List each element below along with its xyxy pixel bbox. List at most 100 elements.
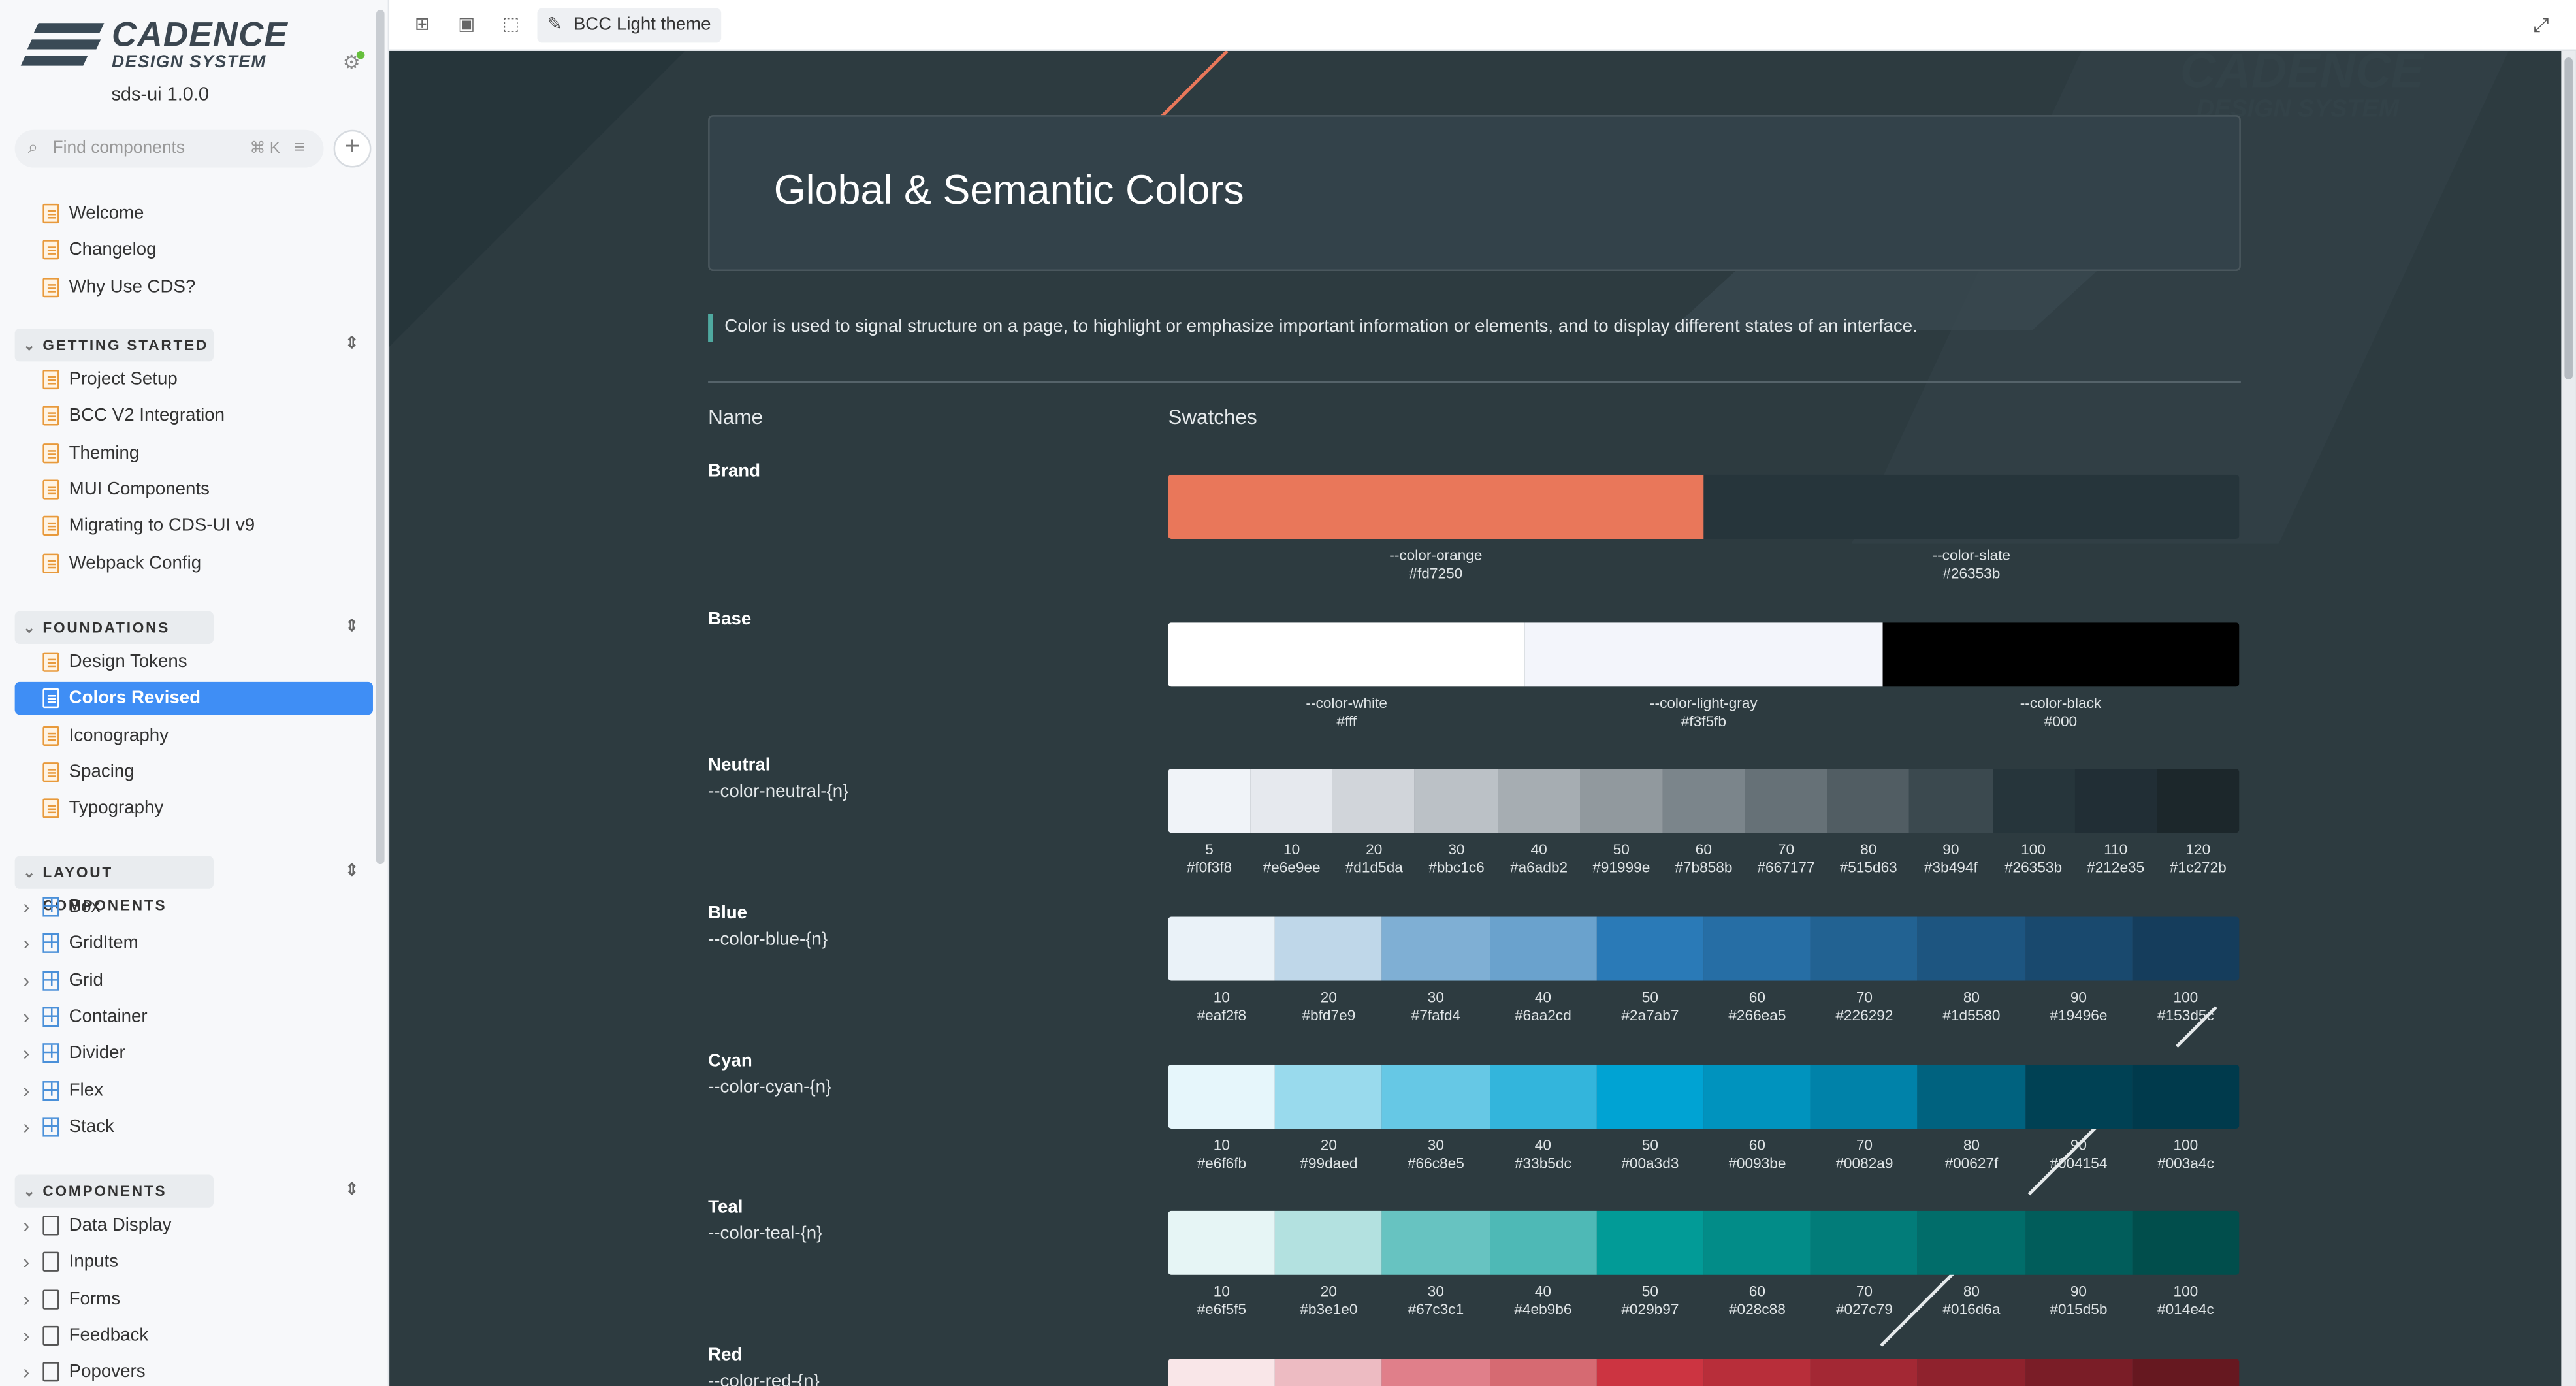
color-swatch[interactable] xyxy=(2074,769,2157,833)
color-swatch[interactable] xyxy=(1525,622,1882,687)
color-swatch[interactable] xyxy=(1991,769,2075,833)
expand-collapse-icon[interactable]: ⇕ xyxy=(345,611,359,644)
sidebar-item-typography[interactable]: Typography xyxy=(15,792,373,825)
color-swatch[interactable] xyxy=(2025,1210,2133,1275)
color-swatch[interactable] xyxy=(2025,1359,2133,1386)
color-swatch[interactable] xyxy=(2132,916,2240,981)
expand-collapse-icon[interactable]: ⇕ xyxy=(345,1174,359,1207)
section-layout-components[interactable]: ⌄ LAYOUT COMPONENTS ⇕ xyxy=(14,856,359,914)
sidebar-item-box[interactable]: › Box xyxy=(15,890,373,923)
sidebar-item-forms[interactable]: › Forms xyxy=(15,1282,373,1315)
chevron-right-icon[interactable]: › xyxy=(23,1074,29,1106)
color-swatch[interactable] xyxy=(1168,916,1276,981)
color-swatch[interactable] xyxy=(1332,769,1415,833)
color-swatch[interactable] xyxy=(1382,1064,1490,1129)
image-icon[interactable]: ▣ xyxy=(455,13,478,36)
canvas-scrollbar[interactable] xyxy=(2561,50,2576,1386)
sidebar-item-griditem[interactable]: › GridItem xyxy=(15,927,373,959)
sidebar-item-iconography[interactable]: Iconography xyxy=(15,719,373,752)
chevron-right-icon[interactable]: › xyxy=(23,890,29,923)
color-swatch[interactable] xyxy=(1811,1210,1918,1275)
grid-view-icon[interactable]: ⊞ xyxy=(411,13,434,36)
color-swatch[interactable] xyxy=(1250,769,1333,833)
sidebar-item-colors-revised[interactable]: Colors Revised xyxy=(14,682,373,715)
color-swatch[interactable] xyxy=(1489,1359,1597,1386)
sidebar-item-why-use-cds-[interactable]: Why Use CDS? xyxy=(15,270,373,303)
expand-collapse-icon[interactable]: ⇕ xyxy=(345,329,359,361)
sidebar-item-data-display[interactable]: › Data Display xyxy=(15,1209,373,1242)
color-swatch[interactable] xyxy=(1489,1210,1597,1275)
color-swatch[interactable] xyxy=(1168,622,1526,687)
color-swatch[interactable] xyxy=(1596,916,1704,981)
color-swatch[interactable] xyxy=(2025,916,2133,981)
color-swatch[interactable] xyxy=(1811,1359,1918,1386)
chevron-right-icon[interactable]: › xyxy=(23,1110,29,1143)
chevron-right-icon[interactable]: › xyxy=(23,1319,29,1352)
color-swatch[interactable] xyxy=(1811,916,1918,981)
theme-switcher-button[interactable]: ✎ BCC Light theme xyxy=(537,8,721,43)
sidebar-item-inputs[interactable]: › Inputs xyxy=(15,1246,373,1278)
color-swatch[interactable] xyxy=(1415,769,1498,833)
chevron-right-icon[interactable]: › xyxy=(23,1037,29,1070)
color-swatch[interactable] xyxy=(1918,1359,2025,1386)
sidebar-item-flex[interactable]: › Flex xyxy=(15,1074,373,1106)
section-getting-started[interactable]: ⌄ GETTING STARTED ⇕ xyxy=(14,329,359,362)
color-swatch[interactable] xyxy=(1745,769,1827,833)
color-swatch[interactable] xyxy=(1275,1210,1383,1275)
chevron-right-icon[interactable]: › xyxy=(23,963,29,996)
color-swatch[interactable] xyxy=(1275,1359,1383,1386)
sidebar-item-migrating-to-cds-ui-v9[interactable]: Migrating to CDS-UI v9 xyxy=(15,509,373,542)
color-swatch[interactable] xyxy=(1580,769,1663,833)
color-swatch[interactable] xyxy=(1909,769,1992,833)
color-swatch[interactable] xyxy=(1918,1210,2025,1275)
sidebar-item-webpack-config[interactable]: Webpack Config xyxy=(15,546,373,579)
chevron-right-icon[interactable]: › xyxy=(23,927,29,959)
sidebar-item-spacing[interactable]: Spacing xyxy=(15,756,373,788)
color-swatch[interactable] xyxy=(1168,1210,1276,1275)
color-swatch[interactable] xyxy=(1498,769,1581,833)
cadence-logo[interactable]: CADENCE DESIGN SYSTEM xyxy=(20,16,302,73)
color-swatch[interactable] xyxy=(1827,769,1910,833)
fullscreen-icon[interactable]: ⤢ xyxy=(2534,13,2549,38)
color-swatch[interactable] xyxy=(1275,916,1383,981)
chevron-right-icon[interactable]: › xyxy=(23,1209,29,1242)
color-swatch[interactable] xyxy=(1596,1210,1704,1275)
sidebar-item-changelog[interactable]: Changelog xyxy=(15,234,373,266)
sidebar-item-feedback[interactable]: › Feedback xyxy=(15,1319,373,1352)
sidebar-item-grid[interactable]: › Grid xyxy=(15,963,373,996)
sidebar-item-welcome[interactable]: Welcome xyxy=(15,197,373,230)
measure-icon[interactable]: ⬚ xyxy=(500,13,523,36)
color-swatch[interactable] xyxy=(1382,1210,1490,1275)
color-swatch[interactable] xyxy=(2025,1064,2133,1129)
color-swatch[interactable] xyxy=(1382,1359,1490,1386)
color-swatch[interactable] xyxy=(1703,1359,1811,1386)
color-swatch[interactable] xyxy=(2132,1210,2240,1275)
color-swatch[interactable] xyxy=(1596,1064,1704,1129)
color-swatch[interactable] xyxy=(2132,1359,2240,1386)
chevron-right-icon[interactable]: › xyxy=(23,1001,29,1033)
sidebar-item-project-setup[interactable]: Project Setup xyxy=(15,363,373,396)
color-swatch[interactable] xyxy=(1275,1064,1383,1129)
color-swatch[interactable] xyxy=(1489,916,1597,981)
scrollbar-thumb[interactable] xyxy=(2564,57,2573,380)
color-swatch[interactable] xyxy=(1662,769,1745,833)
sidebar-item-stack[interactable]: › Stack xyxy=(15,1110,373,1143)
color-swatch[interactable] xyxy=(1382,916,1490,981)
chevron-right-icon[interactable]: › xyxy=(23,1246,29,1278)
sidebar-item-divider[interactable]: › Divider xyxy=(15,1037,373,1070)
color-swatch[interactable] xyxy=(1703,916,1811,981)
sidebar-item-popovers[interactable]: › Popovers xyxy=(15,1356,373,1386)
color-swatch[interactable] xyxy=(1703,1064,1811,1129)
expand-collapse-icon[interactable]: ⇕ xyxy=(345,856,359,888)
color-swatch[interactable] xyxy=(1489,1064,1597,1129)
filter-icon[interactable]: ≡ xyxy=(294,130,304,168)
color-swatch[interactable] xyxy=(1918,1064,2025,1129)
color-swatch[interactable] xyxy=(1703,1210,1811,1275)
sidebar-item-container[interactable]: › Container xyxy=(15,1001,373,1033)
color-swatch[interactable] xyxy=(1811,1064,1918,1129)
color-swatch[interactable] xyxy=(1168,1064,1276,1129)
color-swatch[interactable] xyxy=(1882,622,2240,687)
color-swatch[interactable] xyxy=(1168,769,1251,833)
color-swatch[interactable] xyxy=(1918,916,2025,981)
sidebar-scrollbar[interactable] xyxy=(376,10,385,865)
